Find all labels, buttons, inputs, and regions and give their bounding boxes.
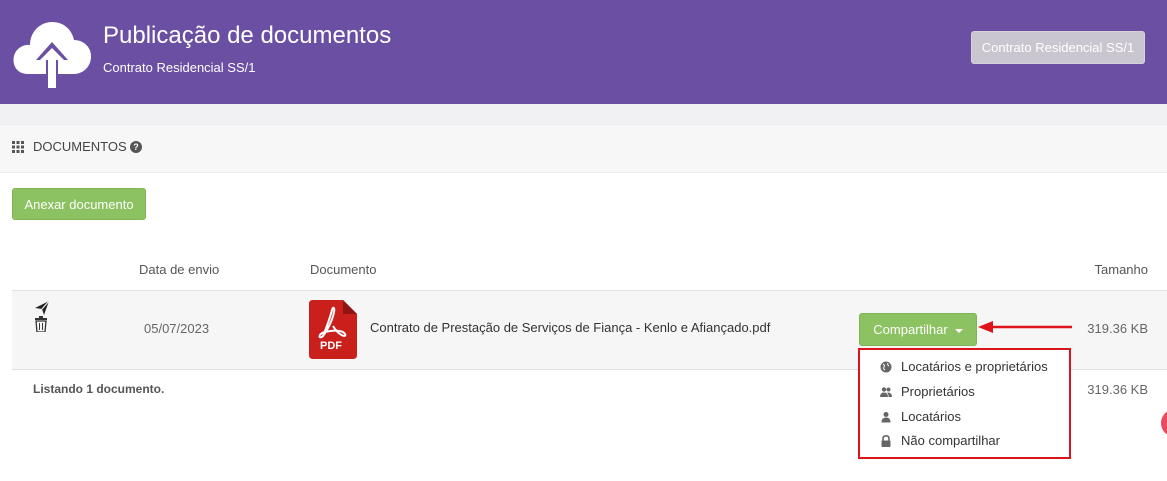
row-size: 319.36 KB: [1087, 321, 1148, 336]
share-button[interactable]: Compartilhar: [859, 313, 977, 346]
pdf-file-icon: PDF: [309, 300, 357, 359]
menu-item-not-share[interactable]: Não compartilhar: [880, 433, 1000, 448]
menu-item-label: Locatários e proprietários: [901, 359, 1048, 374]
chat-widget-button[interactable]: [1161, 409, 1167, 437]
grid-icon: [12, 141, 24, 153]
total-size: 319.36 KB: [1087, 382, 1148, 397]
globe-icon: [880, 361, 892, 372]
contract-button[interactable]: Contrato Residencial SS/1: [971, 31, 1145, 64]
listing-count: Listando 1 documento.: [33, 382, 165, 396]
users-icon: [880, 386, 892, 397]
section-title: DOCUMENTOS: [33, 139, 127, 154]
caret-down-icon: [954, 328, 963, 333]
menu-item-label: Locatários: [901, 409, 961, 424]
attach-document-button[interactable]: Anexar documento: [12, 188, 146, 220]
send-icon[interactable]: [34, 300, 50, 316]
column-header-date: Data de envio: [139, 262, 220, 277]
menu-item-tenants[interactable]: Locatários: [880, 409, 961, 424]
page-title: Publicação de documentos: [103, 22, 392, 49]
user-icon: [881, 411, 891, 422]
section-bar: [0, 124, 1167, 173]
page-header: Publicação de documentos Contrato Reside…: [0, 0, 1167, 104]
column-header-document: Documento: [310, 262, 377, 277]
header-spacer: [0, 104, 1167, 124]
cloud-upload-icon: [13, 22, 92, 90]
share-dropdown-menu: Locatários e proprietários Proprietários…: [858, 348, 1071, 459]
menu-item-owners[interactable]: Proprietários: [880, 384, 975, 399]
page-subtitle: Contrato Residencial SS/1: [103, 60, 256, 75]
menu-item-label: Não compartilhar: [901, 433, 1000, 448]
trash-icon[interactable]: [34, 316, 48, 332]
row-date: 05/07/2023: [144, 321, 210, 336]
row-document-name[interactable]: Contrato de Prestação de Serviços de Fia…: [370, 320, 770, 335]
annotation-arrow-icon: [978, 321, 1072, 333]
pdf-icon-label: PDF: [320, 340, 342, 352]
share-button-label: Compartilhar: [873, 322, 948, 337]
menu-item-label: Proprietários: [901, 384, 975, 399]
help-icon[interactable]: ?: [130, 141, 142, 153]
lock-icon: [881, 434, 891, 447]
menu-item-tenants-owners[interactable]: Locatários e proprietários: [880, 359, 1048, 374]
column-header-size: Tamanho: [1094, 262, 1148, 277]
